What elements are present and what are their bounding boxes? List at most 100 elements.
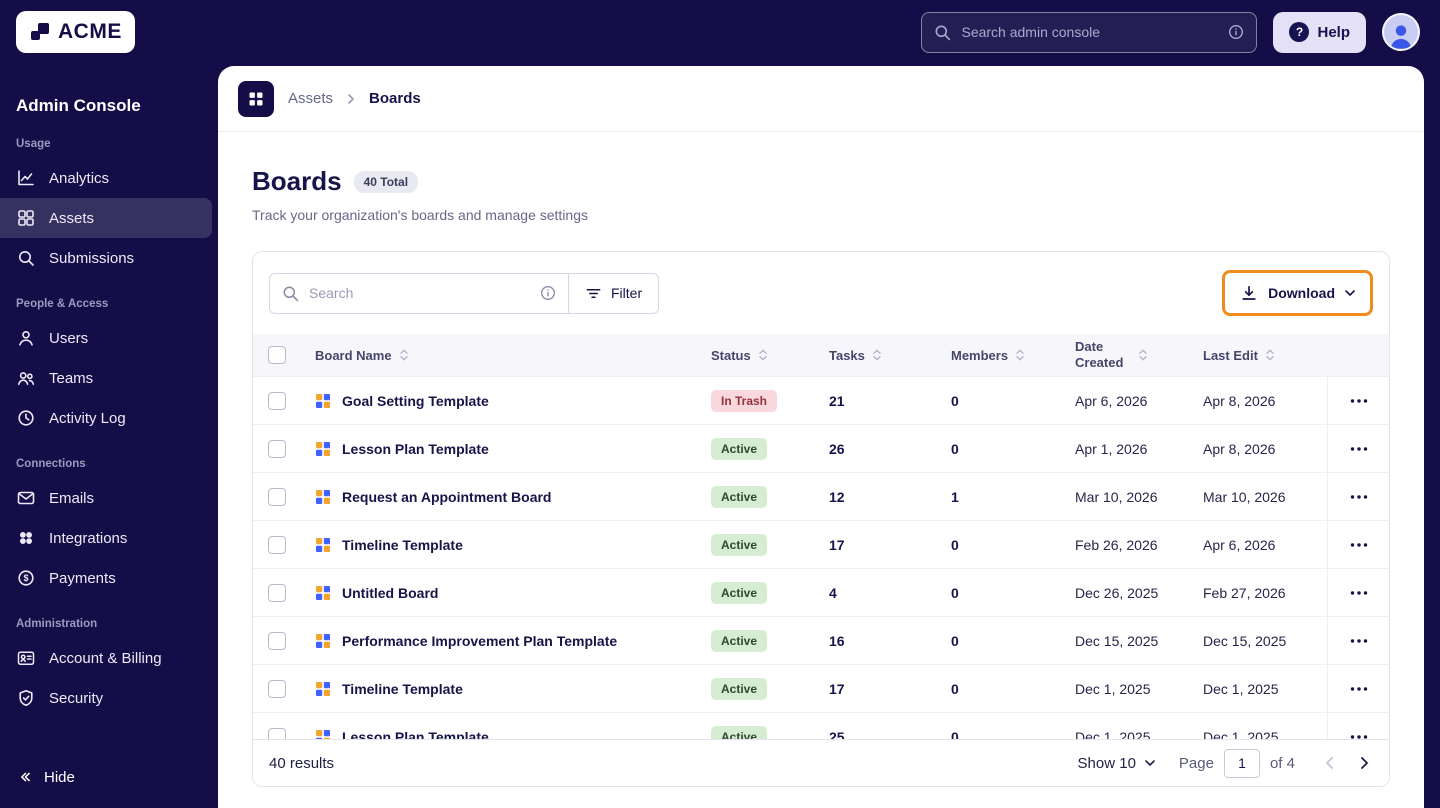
sort-icon[interactable]: [872, 348, 882, 362]
last-edit: Dec 15, 2025: [1203, 632, 1287, 649]
board-name-link[interactable]: Timeline Template: [342, 681, 463, 697]
section-label-usage: Usage: [16, 138, 51, 150]
row-actions-button[interactable]: [1344, 537, 1374, 553]
user-avatar[interactable]: [1382, 13, 1420, 51]
total-count-badge: 40 Total: [353, 170, 419, 193]
last-edit: Apr 8, 2026: [1203, 392, 1276, 409]
sidebar-item-integrations[interactable]: Integrations: [0, 518, 212, 558]
header-board-name[interactable]: Board Name: [301, 348, 711, 363]
row-actions-button[interactable]: [1344, 489, 1374, 505]
breadcrumb-assets[interactable]: Assets: [288, 90, 333, 107]
row-checkbox[interactable]: [268, 535, 286, 554]
page-number-input[interactable]: [1223, 748, 1260, 778]
sidebar-item-account-billing[interactable]: Account & Billing: [0, 638, 212, 678]
date-created: Dec 26, 2025: [1075, 584, 1159, 601]
page-size-dropdown[interactable]: Show 10: [1078, 755, 1155, 772]
sidebar-item-emails[interactable]: Emails: [0, 478, 212, 518]
hide-sidebar-button[interactable]: Hide: [0, 758, 218, 796]
header-date-created[interactable]: Date Created: [1075, 339, 1203, 372]
row-actions-button[interactable]: [1344, 729, 1374, 740]
table-search-input[interactable]: [309, 285, 530, 301]
row-checkbox[interactable]: [268, 439, 286, 458]
previous-page-button[interactable]: [1321, 752, 1338, 774]
row-checkbox[interactable]: [268, 583, 286, 602]
row-checkbox[interactable]: [268, 487, 286, 506]
table-row[interactable]: Lesson Plan Template Active 25 0 Dec 1, …: [253, 712, 1389, 739]
members-count: 0: [951, 728, 959, 740]
table-row[interactable]: Performance Improvement Plan Template Ac…: [253, 616, 1389, 664]
table-search[interactable]: [269, 272, 569, 314]
sidebar-item-teams[interactable]: Teams: [0, 358, 212, 398]
board-name-link[interactable]: Lesson Plan Template: [342, 729, 489, 740]
table-toolbar: Filter Download: [253, 252, 1389, 334]
ellipsis-icon: [1350, 446, 1367, 451]
header-last-edit[interactable]: Last Edit: [1203, 348, 1327, 363]
sort-icon[interactable]: [1138, 348, 1148, 362]
board-name-link[interactable]: Lesson Plan Template: [342, 441, 489, 457]
search-icon: [934, 24, 951, 41]
board-name-link[interactable]: Untitled Board: [342, 585, 438, 601]
chevron-right-icon: [348, 93, 354, 104]
row-checkbox[interactable]: [268, 391, 286, 410]
header-status[interactable]: Status: [711, 348, 829, 363]
sidebar-item-users[interactable]: Users: [0, 318, 212, 358]
table-row[interactable]: Request an Appointment Board Active 12 1…: [253, 472, 1389, 520]
board-name-link[interactable]: Request an Appointment Board: [342, 489, 552, 505]
sidebar-item-security[interactable]: Security: [0, 678, 212, 718]
select-all-checkbox[interactable]: [268, 346, 286, 364]
row-actions-button[interactable]: [1344, 633, 1374, 649]
row-actions-button[interactable]: [1344, 441, 1374, 457]
row-actions-button[interactable]: [1344, 393, 1374, 409]
sort-icon[interactable]: [1015, 348, 1025, 362]
ellipsis-icon: [1350, 494, 1367, 499]
analytics-icon: [18, 170, 34, 186]
sort-icon[interactable]: [399, 348, 409, 362]
sort-icon[interactable]: [1265, 348, 1275, 362]
table-row[interactable]: Timeline Template Active 17 0 Dec 1, 202…: [253, 664, 1389, 712]
info-icon[interactable]: [540, 285, 556, 301]
sidebar-title: Admin Console: [16, 96, 141, 115]
table-row[interactable]: Lesson Plan Template Active 26 0 Apr 1, …: [253, 424, 1389, 472]
board-name-link[interactable]: Goal Setting Template: [342, 393, 489, 409]
board-name-link[interactable]: Performance Improvement Plan Template: [342, 633, 617, 649]
question-icon: ?: [1289, 22, 1310, 42]
table-row[interactable]: Goal Setting Template In Trash 21 0 Apr …: [253, 376, 1389, 424]
chevron-down-icon: [1145, 760, 1155, 766]
page-label: Page: [1178, 754, 1214, 772]
header-tasks[interactable]: Tasks: [829, 348, 951, 363]
admin-search-input[interactable]: [961, 24, 1219, 40]
shield-icon: [19, 690, 33, 706]
acme-logo-icon: [29, 21, 51, 43]
row-checkbox[interactable]: [268, 679, 286, 698]
row-checkbox[interactable]: [268, 631, 286, 650]
next-page-button[interactable]: [1356, 752, 1373, 774]
sidebar-item-assets[interactable]: Assets: [0, 198, 212, 238]
chevron-down-icon: [1345, 290, 1355, 296]
section-label-people: People & Access: [16, 298, 109, 310]
filter-button[interactable]: Filter: [568, 272, 660, 314]
help-button[interactable]: ? Help: [1273, 11, 1366, 53]
status-badge: Active: [711, 533, 768, 556]
status-badge: Active: [711, 725, 768, 739]
activity-log-icon: [18, 410, 34, 426]
sidebar-item-activity-log[interactable]: Activity Log: [0, 398, 212, 438]
board-name-link[interactable]: Timeline Template: [342, 537, 463, 553]
sidebar-item-analytics[interactable]: Analytics: [0, 158, 212, 198]
acme-logo[interactable]: ACME: [16, 11, 135, 53]
row-actions-button[interactable]: [1344, 681, 1374, 697]
download-button[interactable]: Download: [1222, 270, 1373, 316]
row-actions-button[interactable]: [1344, 585, 1374, 601]
sort-icon[interactable]: [758, 348, 768, 362]
sidebar-item-submissions[interactable]: Submissions: [0, 238, 212, 278]
sidebar-item-label: Integrations: [49, 529, 128, 547]
filter-label: Filter: [611, 285, 643, 301]
topbar: ACME ? Help: [0, 0, 1440, 64]
table-row[interactable]: Untitled Board Active 4 0 Dec 26, 2025 F…: [253, 568, 1389, 616]
sidebar-item-payments[interactable]: $ Payments: [0, 558, 212, 598]
info-icon[interactable]: [1228, 24, 1244, 40]
table-row[interactable]: Timeline Template Active 17 0 Feb 26, 20…: [253, 520, 1389, 568]
row-checkbox[interactable]: [268, 727, 286, 739]
admin-console-search[interactable]: [921, 11, 1258, 53]
date-created: Dec 1, 2025: [1075, 680, 1151, 697]
header-members[interactable]: Members: [951, 348, 1075, 363]
